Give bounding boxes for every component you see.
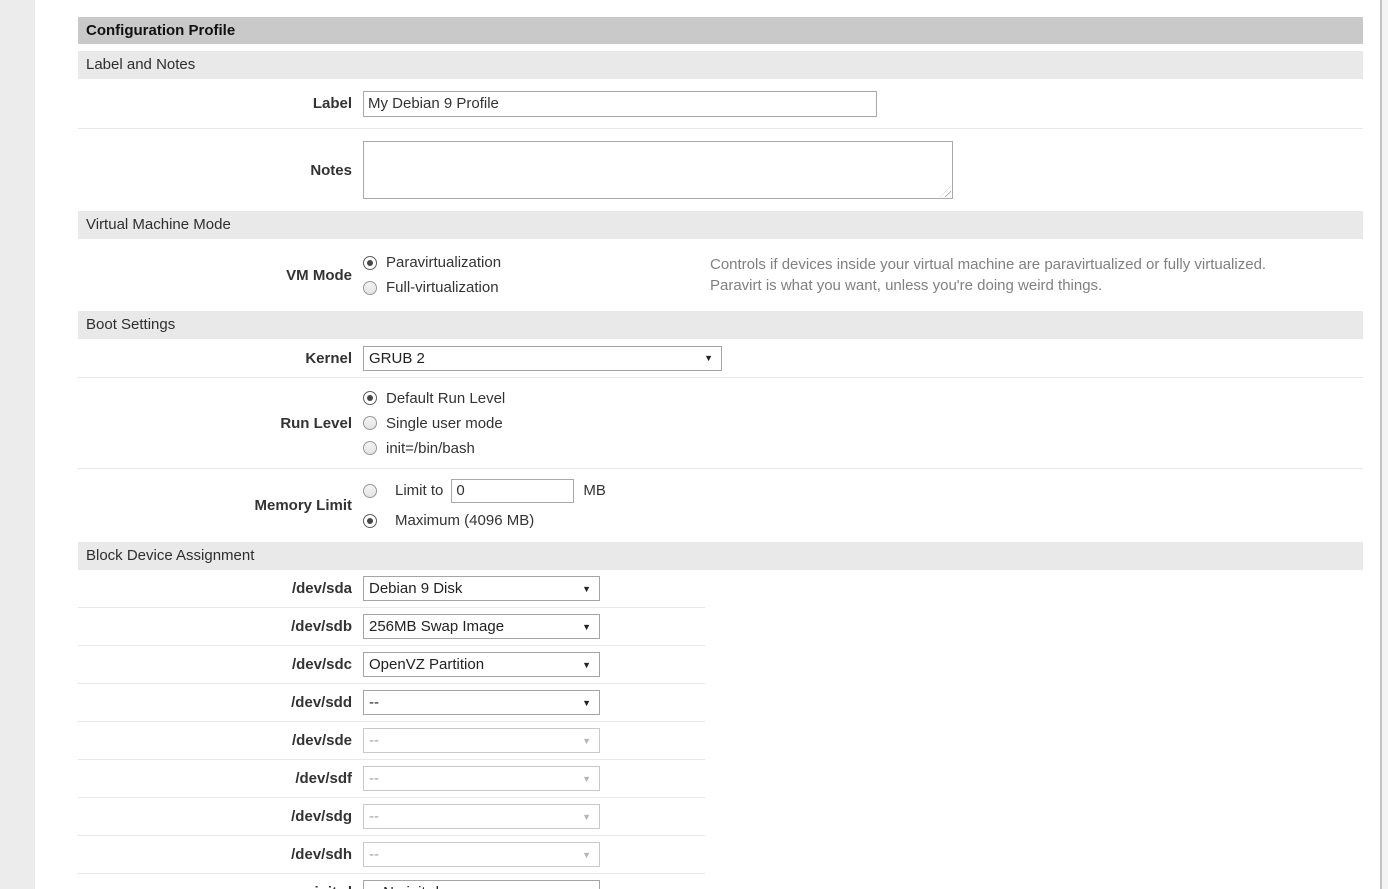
- block-device-row: /dev/sdf -- ▼: [78, 760, 1363, 797]
- dev-sdg-select: -- ▼: [363, 804, 600, 829]
- memory-limit-label: Memory Limit: [78, 497, 352, 514]
- dropdown-arrow-icon: ▼: [582, 660, 591, 670]
- single-user-mode-radio-label: Single user mode: [386, 415, 503, 432]
- maximum-memory-radio[interactable]: [363, 514, 377, 528]
- default-run-level-radio[interactable]: [363, 391, 377, 405]
- dev-sdc-select[interactable]: OpenVZ Partition ▼: [363, 652, 600, 677]
- kernel-row: Kernel GRUB 2 ▼: [78, 339, 1363, 377]
- vm-mode-row: VM Mode Paravirtualization Full-virtuali…: [78, 239, 1363, 311]
- memory-limit-input[interactable]: [451, 479, 574, 503]
- init-bin-bash-radio-label: init=/bin/bash: [386, 440, 475, 457]
- label-row: Label: [78, 79, 1363, 128]
- dev-sdh-label: /dev/sdh: [78, 846, 352, 863]
- page-title: Configuration Profile: [78, 17, 1363, 44]
- dropdown-arrow-icon: ▼: [582, 698, 591, 708]
- initrd-select[interactable]: -- No initrd -- ▼: [363, 880, 600, 889]
- initrd-label: initrd: [78, 884, 352, 889]
- section-block-device-assignment: Block Device Assignment: [78, 542, 1363, 570]
- block-device-row: /dev/sde -- ▼: [78, 722, 1363, 759]
- memory-limit-row: Memory Limit Limit to MB Maximum (4096 M…: [78, 469, 1363, 542]
- block-device-row: /dev/sdc OpenVZ Partition ▼: [78, 646, 1363, 683]
- init-bin-bash-radio[interactable]: [363, 441, 377, 455]
- memory-unit-label: MB: [583, 482, 606, 499]
- dropdown-arrow-icon: ▼: [582, 850, 591, 860]
- dev-sde-select: -- ▼: [363, 728, 600, 753]
- full-virtualization-radio[interactable]: [363, 281, 377, 295]
- dev-sda-label: /dev/sda: [78, 580, 352, 597]
- block-device-row: /dev/sdg -- ▼: [78, 798, 1363, 835]
- initrd-row: initrd -- No initrd -- ▼: [78, 874, 1363, 889]
- vm-mode-help-text: Controls if devices inside your virtual …: [710, 254, 1340, 296]
- notes-textarea[interactable]: [363, 141, 953, 199]
- limit-to-radio[interactable]: [363, 484, 377, 498]
- dropdown-arrow-icon: ▼: [582, 584, 591, 594]
- block-device-row: /dev/sdb 256MB Swap Image ▼: [78, 608, 1363, 645]
- full-virtualization-radio-label: Full-virtualization: [386, 279, 499, 296]
- block-device-row: /dev/sda Debian 9 Disk ▼: [78, 570, 1363, 607]
- dev-sdc-label: /dev/sdc: [78, 656, 352, 673]
- dev-sde-label: /dev/sde: [78, 732, 352, 749]
- maximum-memory-radio-label: Maximum (4096 MB): [395, 512, 534, 529]
- dev-sdd-label: /dev/sdd: [78, 694, 352, 711]
- section-boot-settings: Boot Settings: [78, 311, 1363, 339]
- vm-mode-label: VM Mode: [78, 267, 352, 284]
- dev-sdb-select[interactable]: 256MB Swap Image ▼: [363, 614, 600, 639]
- dev-sdf-label: /dev/sdf: [78, 770, 352, 787]
- dropdown-arrow-icon: ▼: [582, 622, 591, 632]
- limit-to-radio-label: Limit to: [395, 482, 443, 499]
- dropdown-arrow-icon: ▼: [704, 353, 713, 363]
- block-device-row: /dev/sdd -- ▼: [78, 684, 1363, 721]
- block-device-row: /dev/sdh -- ▼: [78, 836, 1363, 873]
- label-input[interactable]: [363, 91, 877, 117]
- section-label-and-notes: Label and Notes: [78, 51, 1363, 79]
- dev-sdd-select[interactable]: -- ▼: [363, 690, 600, 715]
- single-user-mode-radio[interactable]: [363, 416, 377, 430]
- notes-field-label: Notes: [78, 162, 352, 179]
- left-gutter: [0, 0, 35, 889]
- paravirtualization-radio[interactable]: [363, 256, 377, 270]
- default-run-level-radio-label: Default Run Level: [386, 390, 505, 407]
- kernel-label: Kernel: [78, 350, 352, 367]
- dev-sdh-select: -- ▼: [363, 842, 600, 867]
- dropdown-arrow-icon: ▼: [582, 736, 591, 746]
- paravirtualization-radio-label: Paravirtualization: [386, 254, 501, 271]
- dev-sdg-label: /dev/sdg: [78, 808, 352, 825]
- notes-row: Notes: [78, 129, 1363, 211]
- right-gutter: [1382, 0, 1388, 889]
- dropdown-arrow-icon: ▼: [582, 774, 591, 784]
- dev-sdf-select: -- ▼: [363, 766, 600, 791]
- dev-sdb-label: /dev/sdb: [78, 618, 352, 635]
- run-level-row: Run Level Default Run Level Single user …: [78, 378, 1363, 468]
- label-field-label: Label: [78, 95, 352, 112]
- dropdown-arrow-icon: ▼: [582, 812, 591, 822]
- form-content: Configuration Profile Label and Notes La…: [78, 0, 1363, 889]
- run-level-label: Run Level: [78, 415, 352, 432]
- section-vm-mode: Virtual Machine Mode: [78, 211, 1363, 239]
- dev-sda-select[interactable]: Debian 9 Disk ▼: [363, 576, 600, 601]
- kernel-select[interactable]: GRUB 2 ▼: [363, 346, 722, 371]
- configuration-profile-page: Configuration Profile Label and Notes La…: [0, 0, 1388, 889]
